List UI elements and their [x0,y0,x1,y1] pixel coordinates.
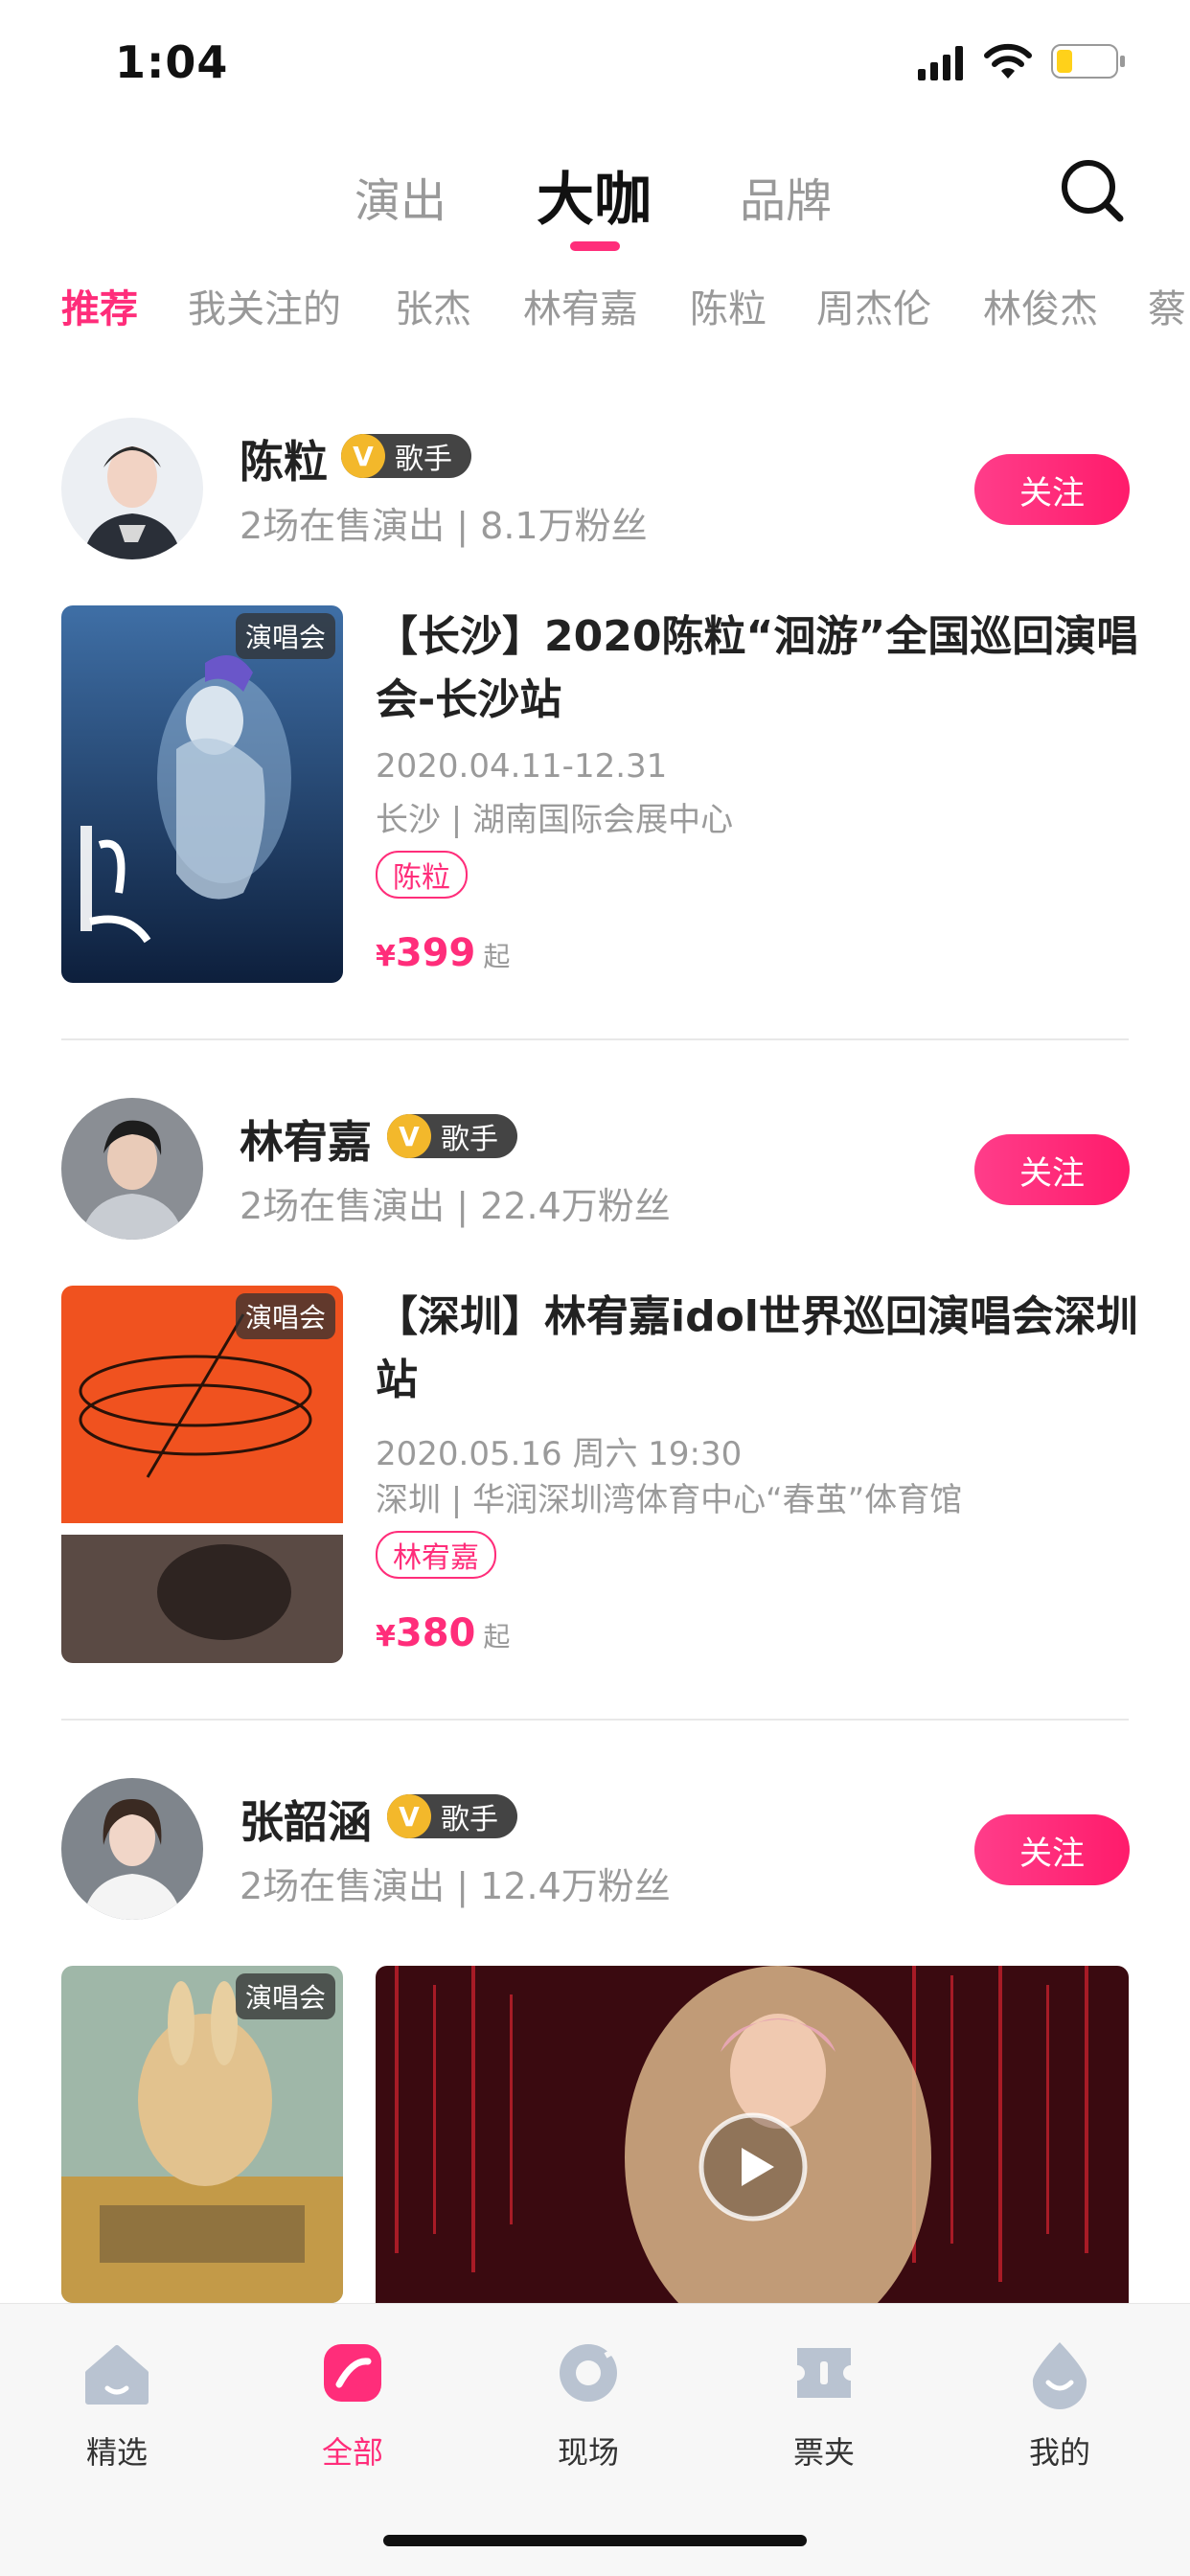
poster-tag: 演唱会 [235,1973,335,2019]
follow-button[interactable]: 关注 [974,1814,1130,1885]
event-price: ¥380 起 [376,1611,511,1655]
artist-meta: 2场在售演出 | 22.4万粉丝 [240,1185,671,1227]
nav-tickets[interactable]: 票夹 [728,2323,920,2473]
avatar[interactable] [61,1778,203,1920]
artist-meta: 2场在售演出 | 8.1万粉丝 [240,505,648,547]
home-indicator [383,2535,807,2546]
nav-tickets-label: 票夹 [792,2434,855,2471]
home-icon [85,2345,149,2405]
category-bar: 推荐 我关注的 张杰 林宥嘉 陈粒 周杰伦 林俊杰 蔡 [0,278,1190,335]
cellular-signal-icon [918,46,963,80]
category-linyoujia[interactable]: 林宥嘉 [523,278,638,333]
nav-live[interactable]: 现场 [492,2323,684,2473]
category-cai[interactable]: 蔡 [1148,278,1186,333]
play-icon[interactable] [696,2109,811,2224]
tab-stars[interactable]: 大咖 [537,153,652,237]
tab-brands[interactable]: 品牌 [740,163,832,230]
divider [61,1719,1129,1721]
event-venue: 深圳 | 华润深圳湾体育中心“春茧”体育馆 [376,1481,963,1519]
event-title[interactable]: 【长沙】2020陈粒“洄游”全国巡回演唱会-长沙站 [376,605,1142,732]
artist-role: 歌手 [441,1123,498,1156]
follow-button[interactable]: 关注 [974,454,1130,525]
nav-featured-label: 精选 [85,2434,148,2471]
artist-meta: 2场在售演出 | 12.4万粉丝 [240,1865,671,1907]
top-tab-bar: 演出 大咖 品牌 [0,144,1190,259]
category-recommend[interactable]: 推荐 [61,278,138,333]
verified-icon: V [387,1794,431,1838]
event-poster[interactable]: 演唱会 [61,1286,343,1663]
event-poster[interactable]: 演唱会 [61,1966,343,2303]
event-poster[interactable]: 演唱会 [61,605,343,983]
category-following[interactable]: 我关注的 [188,278,341,333]
verified-badge: V 歌手 [387,1794,517,1838]
status-time: 1:04 [115,36,229,88]
profile-icon [1032,2342,1087,2409]
event-artist-tag[interactable]: 陈粒 [376,851,468,899]
all-icon [324,2344,381,2402]
poster-tag: 演唱会 [235,613,335,659]
nav-featured[interactable]: 精选 [21,2323,213,2473]
event-date: 2020.05.16 周六 19:30 [376,1435,743,1473]
status-bar: 1:04 [0,0,1190,125]
event-date: 2020.04.11-12.31 [376,747,668,786]
event-price: ¥399 起 [376,931,511,975]
ticket-icon [797,2348,851,2398]
divider [61,1038,1129,1040]
artist-role: 歌手 [441,1803,498,1836]
search-icon[interactable] [1059,157,1126,224]
active-tab-indicator [570,241,620,251]
avatar[interactable] [61,1098,203,1240]
category-jaychou[interactable]: 周杰伦 [816,278,931,333]
nav-profile-label: 我的 [1028,2434,1090,2471]
avatar[interactable] [61,418,203,559]
artist-name[interactable]: 陈粒 [240,427,328,490]
event-venue: 长沙 | 湖南国际会展中心 [376,801,734,839]
verified-badge: V 歌手 [341,434,471,478]
category-zhangjie[interactable]: 张杰 [395,278,471,333]
artist-name[interactable]: 张韶涵 [240,1788,372,1851]
nav-live-label: 现场 [557,2434,619,2471]
verified-icon: V [387,1114,431,1158]
nav-all-label: 全部 [321,2434,383,2471]
event-title[interactable]: 【深圳】林宥嘉idol世界巡回演唱会深圳站 [376,1286,1142,1412]
category-jjlin[interactable]: 林俊杰 [983,278,1098,333]
live-icon [560,2344,621,2402]
battery-icon [1051,44,1125,79]
artist-name[interactable]: 林宥嘉 [240,1107,372,1171]
category-chenli[interactable]: 陈粒 [690,278,767,333]
artist-role: 歌手 [395,443,452,476]
event-artist-tag[interactable]: 林宥嘉 [376,1531,496,1579]
follow-button[interactable]: 关注 [974,1134,1130,1205]
nav-profile[interactable]: 我的 [964,2323,1156,2473]
nav-all[interactable]: 全部 [257,2323,448,2473]
poster-tag: 演唱会 [235,1293,335,1339]
tab-shows[interactable]: 演出 [355,163,446,230]
verified-badge: V 歌手 [387,1114,517,1158]
wifi-icon [984,43,1032,79]
verified-icon: V [341,434,385,478]
